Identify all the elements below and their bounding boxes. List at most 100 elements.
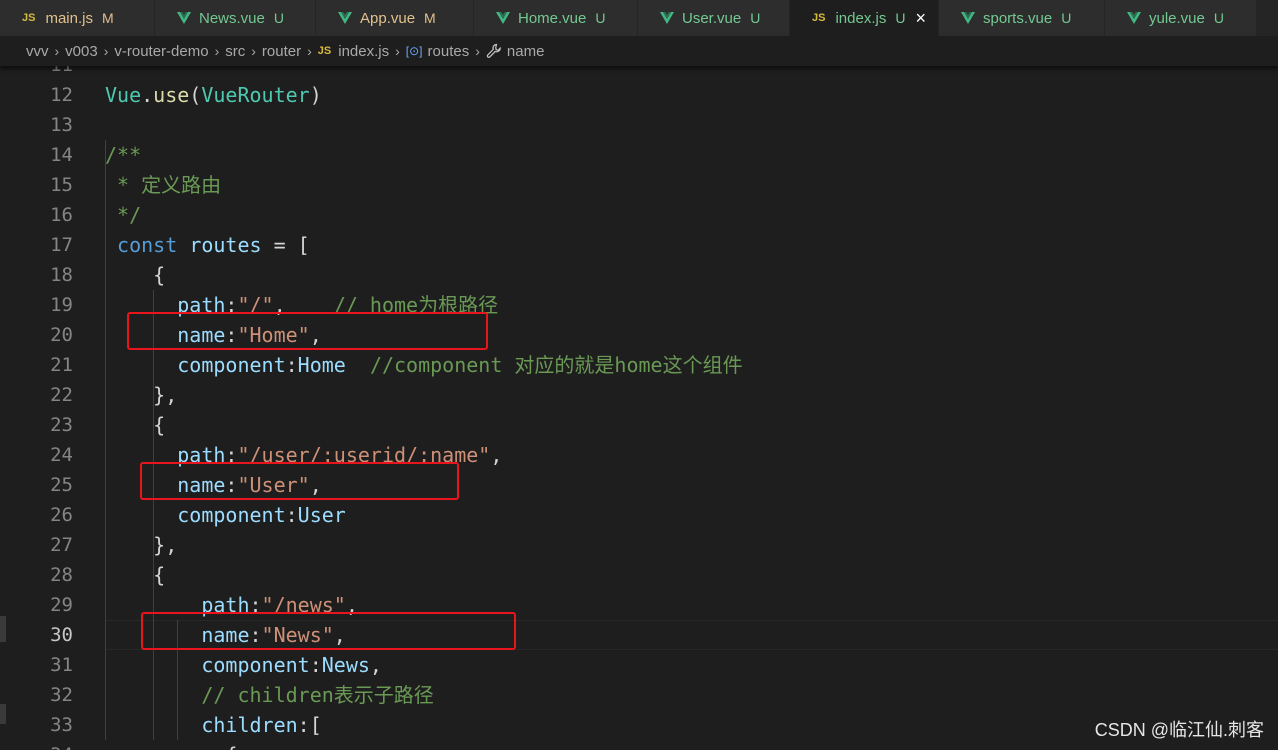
tab-main-js[interactable]: JS main.js M xyxy=(0,0,155,36)
token-pun: : xyxy=(225,323,238,347)
code-line: 20 name:"Home", xyxy=(0,320,1278,350)
code-line: 18 { xyxy=(0,260,1278,290)
token-pun: . xyxy=(141,83,154,107)
breadcrumb-item-src[interactable]: src xyxy=(225,43,245,60)
indent-guide xyxy=(177,620,179,740)
token-cmt: // home为根路径 xyxy=(333,293,499,317)
code-text[interactable]: { xyxy=(105,410,165,440)
chevron-right-icon: › xyxy=(251,43,256,59)
code-text[interactable]: { xyxy=(105,260,165,290)
line-number: 16 xyxy=(50,204,73,226)
watermark: CSDN @临江仙.刺客 xyxy=(1094,720,1264,740)
code-line: 15 * 定义路由 xyxy=(0,170,1278,200)
close-icon[interactable]: × xyxy=(915,9,926,27)
breadcrumb-item-symbol[interactable]: routes xyxy=(428,43,470,60)
token-pun xyxy=(105,473,177,497)
token-pun: : xyxy=(225,473,238,497)
code-text[interactable]: path:"/user/:userid/:name", xyxy=(105,440,502,470)
code-text[interactable]: component:News, xyxy=(105,650,382,680)
code-line: 17 const routes = [ xyxy=(0,230,1278,260)
token-var: name xyxy=(201,623,250,647)
token-pun: , xyxy=(273,293,334,317)
code-text[interactable]: children:[ xyxy=(105,710,322,740)
code-text[interactable]: name:"User", xyxy=(105,470,322,500)
editor-tab-bar: JS main.js M News.vue U App.vue M Home.vue U User… xyxy=(0,0,1278,36)
chevron-right-icon: › xyxy=(214,43,220,59)
line-number: 29 xyxy=(50,594,73,616)
variable-symbol-icon: [⊙] xyxy=(405,44,423,58)
chevron-right-icon: › xyxy=(475,43,480,59)
token-str: "/user/:userid/:name" xyxy=(237,443,491,467)
tab-label: User.vue xyxy=(682,9,742,27)
token-pun: : xyxy=(285,503,298,527)
token-var: path xyxy=(201,593,250,617)
chevron-right-icon: › xyxy=(54,43,60,59)
code-text[interactable]: }, xyxy=(105,530,177,560)
code-text[interactable]: const routes = [ xyxy=(105,230,310,260)
git-status-badge: M xyxy=(424,10,436,26)
line-number: 23 xyxy=(50,414,73,436)
line-number: 18 xyxy=(50,264,73,286)
code-text[interactable]: { xyxy=(105,560,165,590)
code-text[interactable]: path:"/", // home为根路径 xyxy=(105,290,498,320)
code-line: 26 component:User xyxy=(0,500,1278,530)
tab-sports-vue[interactable]: sports.vue U xyxy=(939,0,1105,36)
code-text[interactable]: * 定义路由 xyxy=(105,170,221,200)
token-pun: }, xyxy=(105,533,178,557)
vue-file-icon xyxy=(338,12,352,24)
code-text[interactable]: { xyxy=(105,740,237,750)
code-text[interactable]: component:User xyxy=(105,500,346,530)
token-pun xyxy=(105,293,177,317)
code-text[interactable]: */ xyxy=(105,200,141,230)
code-line: 24 path:"/user/:userid/:name", xyxy=(0,440,1278,470)
code-text[interactable]: /** xyxy=(105,140,141,170)
tab-App-vue[interactable]: App.vue M xyxy=(316,0,474,36)
breadcrumb-item-router[interactable]: router xyxy=(262,43,301,60)
code-line: 34 { xyxy=(0,740,1278,750)
tab-User-vue[interactable]: User.vue U xyxy=(638,0,790,36)
breadcrumb-item-vvv[interactable]: vvv xyxy=(26,43,49,60)
breadcrumb-item-v-router-demo[interactable]: v-router-demo xyxy=(114,43,208,60)
tab-index-js[interactable]: JS index.js U × xyxy=(790,0,939,36)
tab-yule-vue[interactable]: yule.vue U xyxy=(1105,0,1257,36)
vue-file-icon xyxy=(660,12,674,24)
token-var: User xyxy=(297,503,346,527)
tab-label: index.js xyxy=(835,9,887,27)
line-number: 17 xyxy=(50,234,73,256)
code-line: 13 xyxy=(0,110,1278,140)
code-text[interactable]: }, xyxy=(105,380,177,410)
breadcrumb-item-v003[interactable]: v003 xyxy=(65,43,98,60)
token-pun: = [ xyxy=(261,233,310,257)
code-line: 16 */ xyxy=(0,200,1278,230)
git-status-badge: U xyxy=(273,10,284,26)
line-number: 19 xyxy=(50,294,73,316)
line-number: 33 xyxy=(50,714,73,736)
code-line: 23 { xyxy=(0,410,1278,440)
code-text[interactable]: name:"Home", xyxy=(105,320,322,350)
code-line: 28 { xyxy=(0,560,1278,590)
line-number: 12 xyxy=(50,84,73,106)
code-line: 30 name:"News", xyxy=(0,620,1278,650)
code-line: 12 Vue.use(VueRouter) xyxy=(0,80,1278,110)
tab-Home-vue[interactable]: Home.vue U xyxy=(474,0,638,36)
code-text[interactable]: name:"News", xyxy=(105,620,346,650)
tab-News-vue[interactable]: News.vue U xyxy=(155,0,316,36)
breadcrumb-item-file[interactable]: index.js xyxy=(338,43,389,60)
token-pun: :[ xyxy=(297,713,322,737)
token-fn: use xyxy=(153,83,190,107)
code-line: 14 /** xyxy=(0,140,1278,170)
token-var: name xyxy=(177,323,226,347)
git-status-badge: U xyxy=(1213,10,1224,26)
code-text[interactable]: // children表示子路径 xyxy=(105,680,433,710)
code-text[interactable]: path:"/news", xyxy=(105,590,358,620)
code-editor[interactable]: 1112Vue.use(VueRouter)1314/**15 * 定义路由16… xyxy=(0,66,1278,750)
code-text[interactable]: Vue.use(VueRouter) xyxy=(105,80,322,110)
token-cmt: /** xyxy=(105,143,142,167)
token-pun: , xyxy=(345,593,358,617)
token-pun: , xyxy=(369,653,382,677)
breadcrumb-item-property[interactable]: name xyxy=(507,43,545,60)
token-pun: ) xyxy=(309,83,322,107)
git-status-badge: U xyxy=(895,10,906,26)
code-line: 32 // children表示子路径 xyxy=(0,680,1278,710)
code-text[interactable]: component:Home //component 对应的就是home这个组件 xyxy=(105,350,742,380)
